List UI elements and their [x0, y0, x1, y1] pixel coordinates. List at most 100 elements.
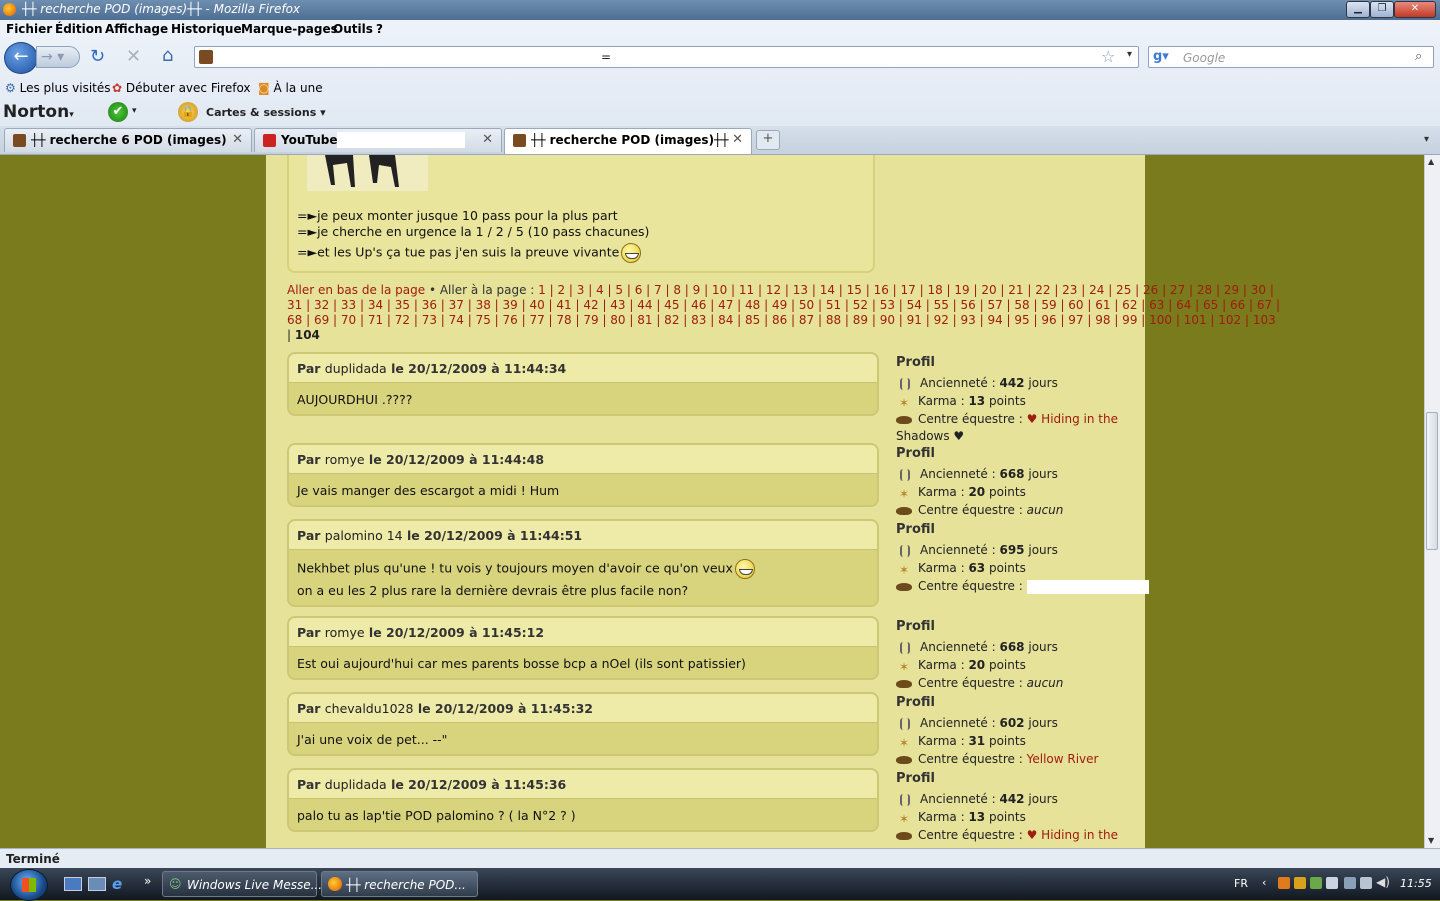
karma-value: 20 [968, 658, 986, 672]
cards-sessions-button[interactable]: Cartes & sessions ▾ [206, 106, 326, 119]
quicklaunch-more-icon[interactable]: » [144, 874, 151, 888]
norton-logo[interactable]: Norton▾ [3, 102, 74, 122]
center-link[interactable]: ♥ Hiding in the [1027, 828, 1118, 842]
scroll-up-icon[interactable]: ▲ [1428, 157, 1434, 166]
horse-icon [513, 134, 526, 147]
close-tab-icon[interactable]: ✕ [232, 132, 243, 147]
device-tray-icon[interactable] [1344, 877, 1356, 889]
menu-marque-pages[interactable]: Marque-pages [241, 22, 338, 36]
url-dropdown-icon[interactable]: ▾ [1127, 49, 1132, 60]
bookmark-getting-started[interactable]: ✿ Débuter avec Firefox [112, 81, 251, 95]
post-header: Par chevaldu1028 le 20/12/2009 à 11:45:3… [289, 694, 877, 723]
display-tray-icon[interactable] [1326, 877, 1338, 889]
karma-value: 13 [968, 394, 986, 408]
windows-logo-icon [22, 878, 36, 892]
search-bar[interactable]: g▾ Google ⌕ [1148, 46, 1434, 68]
go-to-bottom-link[interactable]: Aller en bas de la page [287, 283, 425, 297]
bookmark-star-icon[interactable]: ☆ [1101, 47, 1115, 66]
taskbar-item-firefox[interactable]: ┼┼ recherche POD... [321, 871, 478, 897]
network-tray-icon[interactable] [1310, 877, 1322, 889]
switch-windows-icon[interactable] [88, 877, 106, 891]
karma-label: Karma : [918, 394, 969, 408]
post-author[interactable]: chevaldu1028 [325, 701, 414, 716]
menu-help[interactable]: ? [376, 22, 383, 36]
minimize-button[interactable]: ▁ [1346, 1, 1370, 18]
clock[interactable]: 11:55 [1400, 877, 1432, 890]
tray-expand-icon[interactable]: ‹ [1262, 876, 1266, 889]
menu-historique[interactable]: Historique [171, 22, 242, 36]
tab-title: ┼┼ recherche POD (images)┼┼ [531, 133, 729, 147]
update-tray-icon[interactable] [1294, 877, 1306, 889]
post-author[interactable]: duplidada [325, 361, 387, 376]
url-bar[interactable]: = ☆ ▾ [194, 46, 1139, 68]
tab-recherche-6-pod[interactable]: ┼┼ recherche 6 POD (images) to... ✕ [4, 128, 252, 152]
post-body: AUJOURDHUI .???? [297, 392, 413, 407]
scroll-down-icon[interactable]: ▼ [1428, 836, 1434, 845]
post-par: Par [297, 452, 325, 467]
grin-smiley-icon [734, 559, 755, 579]
center-label: Centre équestre : [918, 676, 1027, 690]
saddle-icon [896, 831, 912, 840]
points-unit: points [985, 734, 1026, 748]
days-unit: jours [1024, 716, 1058, 730]
search-icon[interactable]: ⌕ [1415, 49, 1422, 64]
close-window-button[interactable]: ✕ [1394, 1, 1436, 18]
post-header-text: Par romye le 20/12/2009 à 11:45:12 [297, 625, 544, 640]
norton-safe-check-icon[interactable]: ✔ [108, 102, 128, 122]
norton-dropdown-icon[interactable]: ▾ [132, 106, 137, 116]
seniority-value: 442 [999, 376, 1025, 390]
show-desktop-icon[interactable] [64, 877, 82, 891]
post-author[interactable]: duplidada [325, 777, 387, 792]
norton-tray-icon[interactable] [1278, 877, 1290, 889]
menu-edition[interactable]: Édition [55, 22, 103, 36]
tab-list-icon[interactable]: ▾ [1424, 134, 1429, 145]
reload-icon[interactable]: ↻ [90, 46, 105, 67]
volume-icon[interactable]: ◀) [1376, 875, 1390, 889]
karma-value: 13 [968, 810, 986, 824]
profile-seniority: Ancienneté : 442 jours [896, 376, 1058, 390]
saddle-icon [896, 582, 912, 591]
scrollbar-thumb[interactable] [1426, 412, 1438, 550]
close-tab-icon[interactable]: ✕ [482, 132, 493, 147]
profile-karma: ✶ Karma : 31 points [896, 734, 1026, 750]
profile-center-cont[interactable]: Shadows ♥ [896, 429, 964, 443]
tab-youtube[interactable]: YouTube - ✕ [254, 128, 502, 152]
post-author[interactable]: romye [325, 452, 365, 467]
center-link[interactable]: ♥ Hiding in the [1027, 412, 1118, 426]
intro-line-2: =►je cherche en urgence la 1 / 2 / 5 (10… [297, 224, 650, 239]
bookmark-headlines[interactable]: ◙ À la une [258, 81, 323, 95]
profile-karma: ✶ Karma : 63 points [896, 561, 1026, 577]
menu-outils[interactable]: Outils [333, 22, 373, 36]
post-header-text: Par duplidada le 20/12/2009 à 11:44:34 [297, 361, 566, 376]
post-author[interactable]: romye [325, 625, 365, 640]
post-author[interactable]: palomino 14 [325, 528, 403, 543]
new-tab-button[interactable]: + [756, 130, 780, 150]
language-indicator[interactable]: FR [1234, 877, 1248, 890]
maximize-button[interactable]: ❐ [1370, 1, 1394, 18]
post-body: Je vais manger des escargot a midi ! Hum [297, 483, 560, 498]
close-tab-icon[interactable]: ✕ [732, 132, 743, 147]
grin-smiley-icon [621, 243, 642, 263]
center-link[interactable]: Yellow River [1027, 752, 1099, 766]
stop-icon[interactable]: ✕ [126, 46, 141, 67]
center-label: Centre équestre : [918, 412, 1027, 426]
connection-tray-icon[interactable] [1360, 877, 1372, 889]
post-body-line-2: on a eu les 2 plus rare la dernière devr… [297, 583, 689, 598]
page-links[interactable]: 1 | 2 | 3 | 4 | 5 | 6 | 7 | 8 | 9 | 10 |… [538, 283, 1274, 297]
internet-explorer-icon[interactable]: e [112, 875, 122, 893]
forward-button[interactable]: → ▾ [36, 46, 80, 68]
bookmark-most-visited[interactable]: ⚙ Les plus visités [5, 81, 111, 95]
fence-icon [900, 793, 910, 806]
start-button[interactable] [10, 869, 48, 901]
page-links[interactable]: 31 | 32 | 33 | 34 | 35 | 36 | 37 | 38 | … [287, 298, 1280, 312]
menu-affichage[interactable]: Affichage [105, 22, 168, 36]
tab-recherche-pod[interactable]: ┼┼ recherche POD (images)┼┼ ✕ [504, 128, 752, 154]
post-body: palo tu as lap'tie POD palomino ? ( la N… [297, 808, 576, 823]
page-links[interactable]: 68 | 69 | 70 | 71 | 72 | 73 | 74 | 75 | … [287, 313, 1276, 327]
back-button[interactable]: ← [4, 42, 38, 74]
days-unit: jours [1024, 543, 1058, 557]
pagination-row-4: | 104 [287, 328, 320, 342]
home-icon[interactable]: ⌂ [162, 45, 173, 66]
menu-fichier[interactable]: Fichier [6, 22, 52, 36]
taskbar-item-messenger[interactable]: ☺ Windows Live Messe... [162, 871, 322, 897]
